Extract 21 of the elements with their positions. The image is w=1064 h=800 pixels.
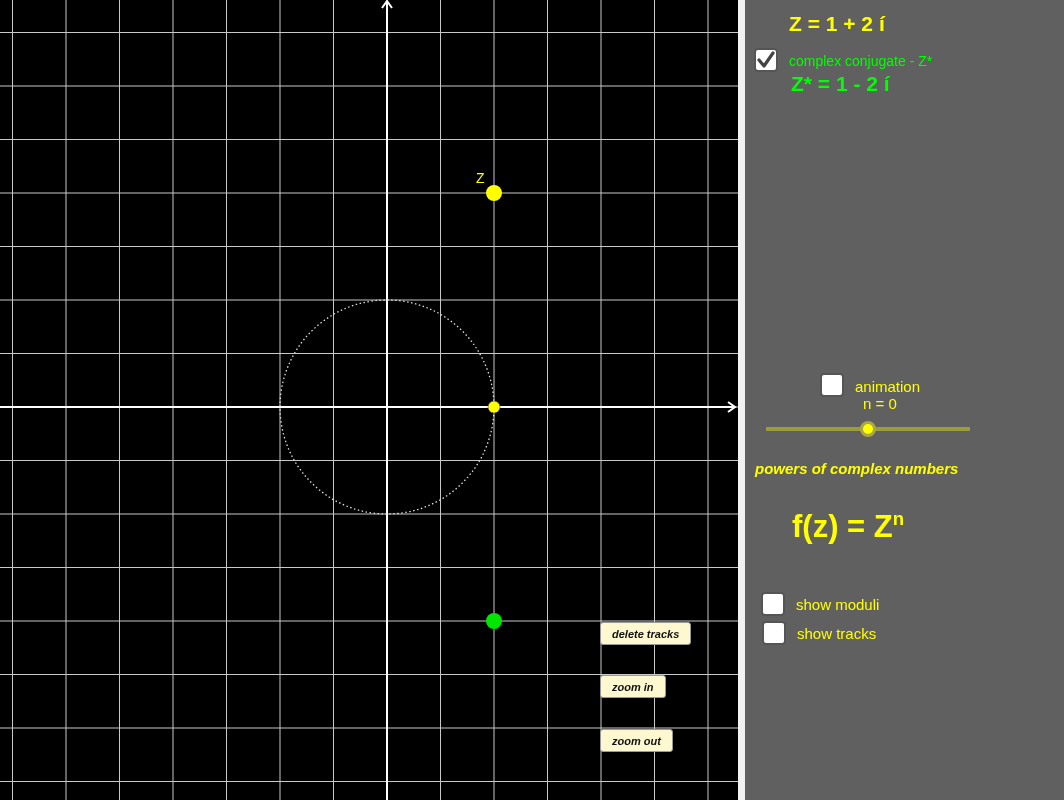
checkbox[interactable] [761, 592, 785, 616]
checkbox[interactable] [754, 48, 778, 72]
slider-value: n = 0 [863, 395, 897, 412]
conjugate-value: Z* = 1 - 2 í [791, 72, 890, 96]
canvas-button[interactable]: zoom out [600, 729, 673, 752]
formula: f(z) = Z$^{n}$ [792, 508, 905, 546]
checkbox-label: animation [855, 378, 921, 395]
point-z[interactable] [486, 185, 502, 201]
checkbox[interactable] [762, 621, 786, 645]
z-value: Z = 1 + 2 í [789, 12, 885, 36]
checkbox-label: complex conjugate - Z* [789, 53, 933, 69]
subtitle: powers of complex numbers [755, 460, 959, 477]
checkbox-label: show moduli [796, 596, 880, 613]
canvas-button[interactable]: zoom in [600, 675, 666, 698]
canvas-button[interactable]: delete tracks [600, 622, 692, 645]
checkbox[interactable] [820, 373, 844, 397]
checkbox-label: show tracks [797, 625, 877, 642]
power-point[interactable] [487, 400, 501, 414]
conjugate-point [486, 613, 502, 629]
point-label: Z [476, 170, 485, 186]
slider-thumb[interactable] [860, 421, 876, 437]
